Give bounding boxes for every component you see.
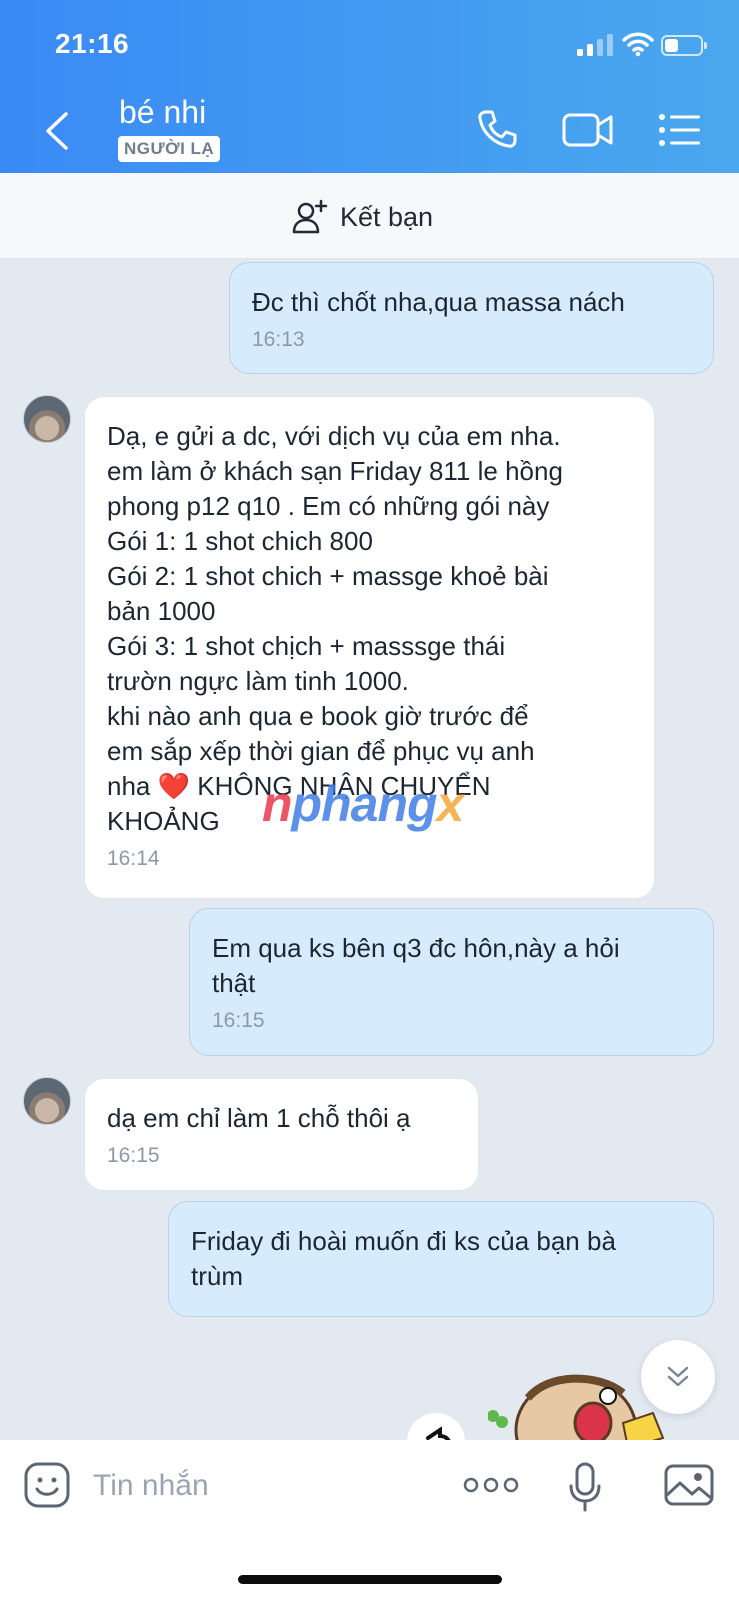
back-icon[interactable] xyxy=(38,108,78,154)
message-bubble-outgoing[interactable]: Em qua ks bên q3 đc hôn,này a hỏi thật 1… xyxy=(189,908,714,1056)
message-text: Em qua ks bên q3 đc hôn,này a hỏi thật xyxy=(212,933,620,998)
chevron-double-down-icon xyxy=(667,1366,689,1387)
video-camera-icon[interactable] xyxy=(562,112,614,148)
phone-icon[interactable] xyxy=(476,108,518,150)
message-text: Đc thì chốt nha,qua massa nách xyxy=(252,287,625,317)
message-time: 16:14 xyxy=(107,847,160,870)
more-options-icon[interactable] xyxy=(463,1472,519,1498)
message-input[interactable] xyxy=(93,1466,433,1506)
message-text: dạ em chỉ làm 1 chỗ thôi ạ xyxy=(107,1103,411,1133)
battery-icon xyxy=(661,35,707,56)
message-time: 16:13 xyxy=(252,328,305,351)
add-user-icon xyxy=(292,199,328,234)
chat-header: 21:16 bé nhi NGƯỜI LẠ xyxy=(0,0,739,173)
menu-list-icon[interactable] xyxy=(658,112,702,148)
message-time: 16:15 xyxy=(212,1009,265,1032)
message-text: Friday đi hoài muốn đi ks của bạn bà trù… xyxy=(191,1226,616,1291)
message-bubble-incoming[interactable]: dạ em chỉ làm 1 chỗ thôi ạ 16:15 xyxy=(84,1078,479,1191)
sticker-emoji-icon[interactable] xyxy=(24,1462,70,1508)
message-bubble-outgoing[interactable]: Friday đi hoài muốn đi ks của bạn bà trù… xyxy=(168,1201,714,1317)
microphone-icon[interactable] xyxy=(568,1462,602,1512)
contact-avatar[interactable] xyxy=(23,395,71,443)
image-gallery-icon[interactable] xyxy=(664,1462,714,1508)
stranger-badge: NGƯỜI LẠ xyxy=(118,136,221,162)
message-text: Dạ, e gửi a dc, với dịch vụ của em nha. … xyxy=(107,421,563,836)
message-time: 16:15 xyxy=(107,1144,160,1167)
reply-button[interactable] xyxy=(406,1412,466,1442)
home-indicator[interactable] xyxy=(238,1575,502,1584)
signal-icon xyxy=(577,34,613,56)
contact-name[interactable]: bé nhi xyxy=(119,94,206,131)
scroll-down-button[interactable] xyxy=(641,1340,715,1414)
add-friend-button[interactable]: Kết bạn xyxy=(292,195,433,239)
status-time: 21:16 xyxy=(55,28,130,59)
contact-avatar[interactable] xyxy=(23,1077,71,1125)
heart-emoji: ❤️ xyxy=(157,771,190,801)
message-bubble-incoming[interactable]: Dạ, e gửi a dc, với dịch vụ của em nha. … xyxy=(84,396,655,899)
wifi-icon xyxy=(622,32,654,57)
add-friend-label: Kết bạn xyxy=(340,201,434,232)
message-bubble-outgoing[interactable]: Đc thì chốt nha,qua massa nách 16:13 xyxy=(229,262,714,374)
